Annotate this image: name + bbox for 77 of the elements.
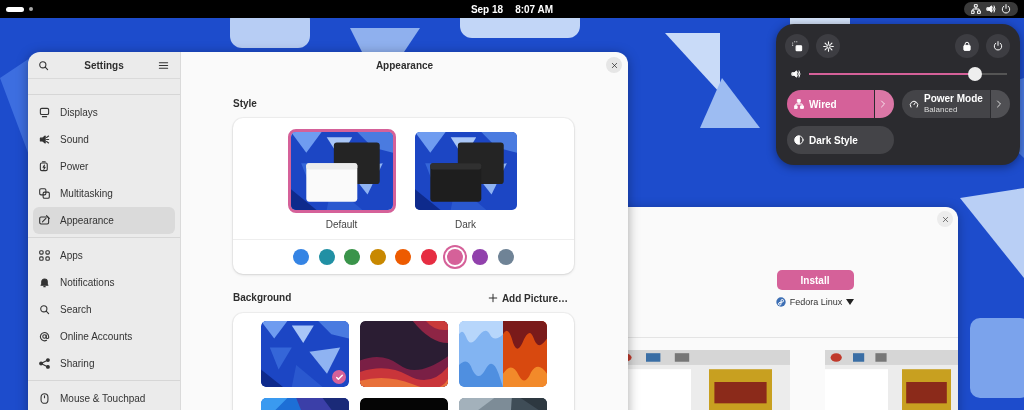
power-icon: [1001, 4, 1011, 14]
system-menu-button[interactable]: [964, 2, 1018, 16]
mouse-icon: [39, 393, 50, 404]
sidebar-item[interactable]: Appearance: [33, 207, 175, 234]
accent-color-swatch[interactable]: [420, 249, 437, 265]
sidebar-item[interactable]: Notifications: [33, 269, 175, 296]
workspace-indicator-icon[interactable]: [6, 6, 24, 12]
toggle-subtitle: Balanced: [924, 104, 959, 115]
sidebar-title: Settings: [84, 59, 124, 71]
close-icon: [610, 61, 618, 69]
accent-color-swatch[interactable]: [318, 249, 335, 265]
half-circle-icon: [794, 135, 804, 145]
sidebar-item[interactable]: Search: [33, 296, 175, 323]
overlapping-windows-icon: [39, 188, 50, 199]
battery-icon: [39, 161, 50, 172]
settings-button[interactable]: [816, 34, 840, 58]
quick-toggle[interactable]: Power Mode Balanced: [902, 90, 990, 118]
menu-arrow-button[interactable]: [874, 90, 894, 118]
menu-arrow-button[interactable]: [990, 90, 1010, 118]
slider-thumb[interactable]: [968, 67, 983, 81]
appearance-icon: [39, 215, 50, 226]
install-button[interactable]: Install: [776, 270, 854, 290]
monitor-icon: [39, 107, 50, 118]
lock-icon: [962, 41, 972, 51]
volume-icon: [791, 69, 801, 79]
accent-color-swatch[interactable]: [344, 249, 361, 265]
section-heading: Style: [233, 98, 258, 110]
sidebar-item[interactable]: Sharing: [33, 350, 175, 377]
network-icon: [794, 99, 804, 109]
sidebar-item[interactable]: Sound: [33, 126, 175, 153]
apps-grid-icon: [39, 250, 50, 261]
workspace-dot-icon[interactable]: [29, 7, 33, 11]
bell-icon: [39, 277, 50, 288]
page-title: Appearance: [375, 59, 434, 71]
source-dropdown[interactable]: Fedora Linux: [769, 296, 861, 308]
gear-icon: [822, 40, 834, 52]
sidebar-item[interactable]: Online Accounts: [33, 323, 175, 350]
clock-date: Sep 18: [470, 3, 504, 15]
globe-icon: [775, 297, 786, 307]
at-sign-icon: [39, 331, 50, 342]
screenshot-button[interactable]: [785, 34, 809, 58]
share-icon: [39, 358, 50, 369]
sidebar-item[interactable]: Power: [33, 153, 175, 180]
search-icon: [39, 304, 50, 315]
power-button[interactable]: [986, 34, 1010, 58]
sidebar-item[interactable]: Displays: [33, 99, 175, 126]
plus-icon: [487, 293, 498, 303]
sidebar-item[interactable]: Apps: [33, 242, 175, 269]
sidebar-item[interactable]: Multitasking: [33, 180, 175, 207]
menu-icon: [157, 59, 169, 71]
dropdown-arrow-icon: [846, 299, 855, 305]
quick-toggle[interactable]: Wired: [787, 90, 874, 118]
accent-color-swatch[interactable]: [472, 249, 489, 265]
accent-color-swatch[interactable]: [293, 249, 309, 265]
accent-color-swatch[interactable]: [369, 249, 386, 265]
quick-toggle[interactable]: Dark Style: [787, 126, 894, 154]
speaker-icon: [39, 134, 50, 145]
section-heading: Background: [233, 292, 292, 304]
add-picture-button[interactable]: Add Picture…: [481, 292, 574, 304]
style-option[interactable]: Dark: [411, 129, 520, 231]
close-icon: [941, 215, 949, 223]
sidebar-item[interactable]: Mouse & Touchpad: [33, 385, 175, 410]
power-icon: [993, 41, 1003, 51]
search-icon: [37, 59, 49, 71]
lock-button[interactable]: [955, 34, 979, 58]
gauge-icon: [909, 99, 919, 109]
accent-color-swatch[interactable]: [497, 249, 514, 265]
close-button[interactable]: [606, 57, 622, 73]
close-button[interactable]: [937, 211, 953, 227]
accent-color-swatch[interactable]: [446, 249, 463, 265]
chevron-icon: [995, 100, 1003, 108]
clock-time: 8:07 AM: [515, 3, 554, 15]
volume-icon: [986, 4, 996, 14]
screenshot-icon: [791, 40, 803, 52]
chevron-icon: [879, 100, 887, 108]
accent-color-swatch[interactable]: [395, 249, 412, 265]
network-icon: [971, 4, 981, 14]
